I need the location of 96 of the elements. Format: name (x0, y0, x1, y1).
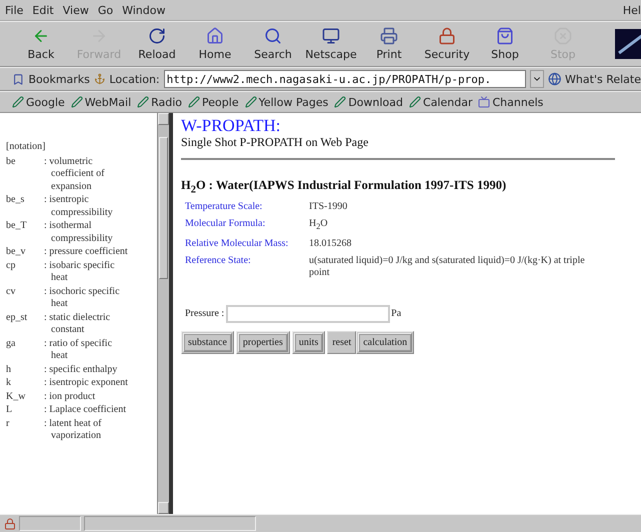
back-icon (32, 27, 50, 45)
lock-icon (4, 518, 16, 530)
info-value: u(saturated liquid)=0 J/kg and s(saturated liquid)=0 J/(kg·K) at triple point (309, 254, 586, 278)
toolbar-button[interactable]: Reload (128, 22, 186, 66)
notation-meaning: : isobaric specific heat (44, 260, 116, 284)
notation-symbol: L (6, 404, 14, 416)
info-label: Relative Molecular Mass: (185, 238, 290, 250)
toolbar-button[interactable]: Security (418, 22, 476, 66)
notation-meaning: : static dielectric constant (44, 312, 112, 336)
info-label: Molecular Formula: (185, 218, 266, 230)
tv-icon (478, 96, 490, 108)
status-pane (19, 516, 81, 531)
browser-logo (615, 29, 641, 59)
unit-label: Pa (391, 308, 402, 319)
personal-bar-link[interactable]: WebMail (70, 96, 132, 108)
monitor-icon (322, 27, 340, 45)
globe-icon (548, 72, 562, 86)
toolbar-button[interactable]: Back (12, 22, 70, 66)
menu-item[interactable]: Window (122, 4, 166, 16)
form-button[interactable]: substance (181, 330, 234, 354)
notation-meaning: : pressure coefficient (44, 246, 129, 258)
notation-symbol: K_w (6, 390, 26, 403)
notation-meaning: : volumetric coefficient of expansion (44, 156, 106, 193)
menu-item[interactable]: Edit (32, 4, 54, 16)
menu-item[interactable]: View (62, 4, 89, 16)
personal-bar-link[interactable]: Channels (478, 96, 544, 108)
pen-icon (334, 96, 346, 108)
notation-meaning: : isentropic compressibility (44, 194, 114, 219)
info-label: Temperature Scale: (185, 200, 264, 212)
notation-symbol: k (6, 377, 12, 390)
pen-icon (244, 96, 257, 108)
personal-bar-link[interactable]: People (188, 96, 239, 108)
pressure-field[interactable] (226, 304, 390, 322)
lock-icon (438, 27, 456, 45)
pen-icon (188, 96, 200, 108)
pressure-label: Pressure : (185, 308, 224, 319)
notation-meaning: : ratio of specific heat (44, 338, 114, 362)
toolbar-button[interactable]: Home (186, 22, 244, 66)
info-value: H$_{2}$O (309, 218, 329, 232)
pen-icon (409, 96, 422, 108)
form-button[interactable]: properties (236, 330, 290, 354)
shopping-bag-icon (496, 27, 514, 45)
whats-related-button[interactable]: What's Relate (565, 72, 641, 86)
substance-heading: H$_{2}$O : Water(IAPWS Industrial Formulation 1997-ITS 1990) (181, 178, 508, 196)
personal-bar-link[interactable]: Download (334, 96, 404, 108)
form-button[interactable]: calculation (356, 330, 414, 354)
print-icon (380, 27, 398, 45)
reload-icon (148, 27, 166, 45)
notation-symbol: be_s (6, 194, 26, 207)
info-value: ITS-1990 (309, 200, 348, 212)
form-button[interactable]: units (292, 330, 326, 354)
menu-item[interactable]: Hel (622, 4, 641, 16)
notation-symbol: be_v (6, 246, 26, 258)
pen-icon (12, 96, 24, 108)
notation-symbol: ep_st (6, 312, 28, 324)
notation-meaning: : ion product (44, 390, 96, 403)
scrollbar[interactable] (157, 113, 169, 514)
toolbar-button[interactable]: Search (244, 22, 302, 66)
notation-symbol: r (6, 418, 10, 430)
bookmarks-button[interactable]: Bookmarks (28, 72, 90, 86)
toolbar-button[interactable]: Netscape (302, 22, 360, 66)
notation-title: [notation] (6, 141, 46, 154)
personal-bar-link[interactable]: Radio (137, 96, 182, 108)
page-title: W-PROPATH: (181, 117, 282, 135)
notation-meaning: : isochoric specific heat (44, 286, 121, 310)
notation-symbol: cv (6, 286, 16, 298)
personal-bar-link[interactable]: Calendar (409, 96, 472, 108)
personal-bar-link[interactable]: Yellow Pages (244, 96, 328, 108)
home-icon (206, 27, 224, 45)
menu-item[interactable]: Go (98, 4, 114, 16)
menu-item[interactable]: File (5, 4, 24, 16)
bookmark-icon (12, 72, 24, 86)
pen-icon (70, 96, 83, 108)
notation-meaning: : isothermal compressibility (44, 220, 114, 245)
search-icon (264, 27, 282, 45)
notation-meaning: : specific enthalpy (44, 364, 118, 376)
dropdown-button[interactable] (530, 70, 544, 88)
page-subtitle: Single Shot P-PROPATH on Web Page (181, 135, 370, 150)
notation-symbol: be (6, 156, 16, 168)
form-button[interactable]: reset (327, 330, 356, 354)
notation-symbol: cp (6, 260, 16, 272)
anchor-icon (94, 73, 106, 85)
notation-meaning: : isentropic exponent (44, 377, 129, 390)
notation-symbol: h (6, 364, 12, 376)
personal-bar-link[interactable]: Google (12, 96, 65, 108)
info-label: Reference State: (185, 254, 252, 268)
notation-symbol: ga (6, 338, 16, 350)
location-label: Location: (109, 72, 160, 86)
notation-meaning: : Laplace coefficient (44, 404, 127, 416)
toolbar-button[interactable]: Print (360, 22, 418, 66)
toolbar-button[interactable]: Shop (476, 22, 534, 66)
url-field[interactable]: http://www2.mech.nagasaki-u.ac.jp/PROPATH/p-prop. (164, 70, 526, 88)
info-value: 18.015268 (309, 238, 352, 250)
notation-symbol: be_T (6, 220, 28, 233)
notation-meaning: : latent heat of vaporization (44, 418, 102, 442)
pen-icon (137, 96, 150, 108)
